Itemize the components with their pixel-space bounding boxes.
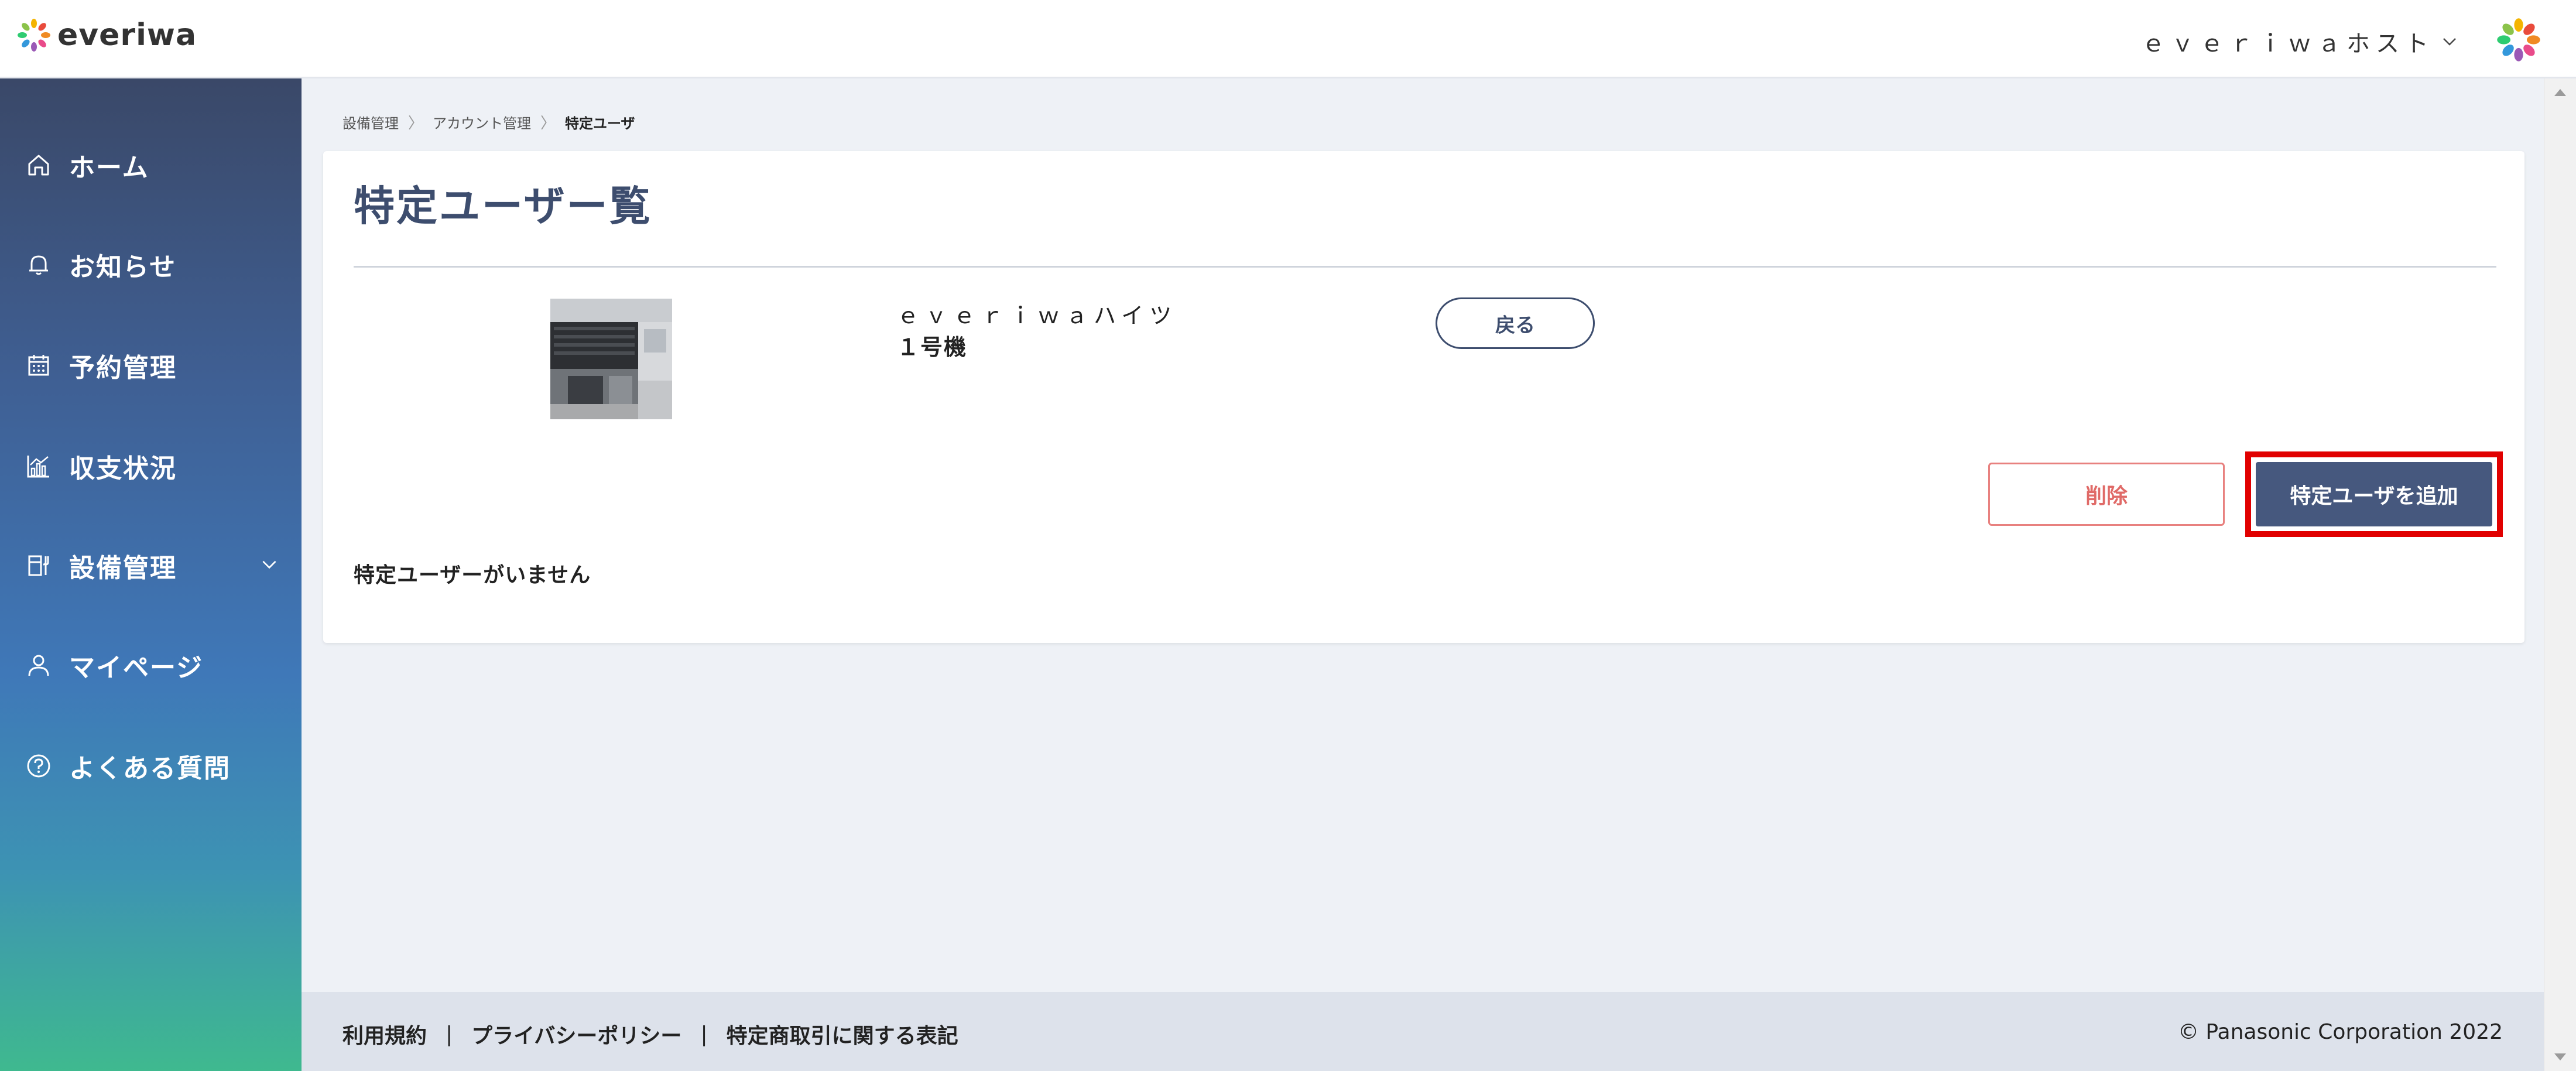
sidebar-item-label: マイページ <box>69 653 204 683</box>
sidebar-item-label: 予約管理 <box>69 353 177 383</box>
property-name: ｅｖｅｒｉｗａハイツ <box>897 303 1178 329</box>
divider <box>354 266 2496 268</box>
bell-icon <box>23 249 54 280</box>
avatar[interactable] <box>2496 18 2541 64</box>
sidebar-item-label: よくある質問 <box>69 754 231 783</box>
footer-link-privacy[interactable]: プライバシーポリシー <box>471 1019 681 1049</box>
logo[interactable]: everiwa <box>16 18 197 53</box>
footer-links: 利用規約 | プライバシーポリシー | 特定商取引に関する表記 <box>342 1019 958 1049</box>
add-button-highlight: 特定ユーザを追加 <box>2245 451 2503 537</box>
breadcrumb: 設備管理 〉 アカウント管理 〉 特定ユーザ <box>342 111 635 133</box>
sidebar-item-equipment[interactable]: 設備管理 <box>0 531 302 601</box>
sidebar-item-label: 収支状況 <box>69 454 177 484</box>
top-header: everiwa ｅｖｅｒｉｗａホスト <box>0 0 2576 78</box>
chart-icon <box>23 451 54 481</box>
footer-separator: | <box>700 1022 708 1046</box>
breadcrumb-item-current: 特定ユーザ <box>565 115 635 132</box>
property-thumbnail <box>550 299 672 419</box>
avatar-flower-icon <box>2497 18 2540 61</box>
account-menu[interactable]: ｅｖｅｒｉｗａホスト <box>2142 25 2459 59</box>
home-icon <box>23 150 54 180</box>
user-list-card: 特定ユーザー覧 ｅｖｅｒｉｗａハイツ １号機 戻る 削除 特定ユーザを追加 特定… <box>323 151 2524 643</box>
equipment-icon <box>23 550 54 581</box>
calendar-icon <box>23 350 54 381</box>
copyright: © Panasonic Corporation 2022 <box>2177 1020 2503 1044</box>
logo-flower-icon <box>18 19 50 52</box>
delete-button[interactable]: 削除 <box>1988 463 2225 526</box>
breadcrumb-item-equipment[interactable]: 設備管理 <box>342 112 399 132</box>
sidebar: ホームお知らせ予約管理収支状況設備管理マイページよくある質問 <box>0 78 302 1071</box>
footer: 利用規約 | プライバシーポリシー | 特定商取引に関する表記 © Panaso… <box>302 992 2544 1071</box>
sidebar-item-label: 設備管理 <box>69 553 177 583</box>
back-button[interactable]: 戻る <box>1436 297 1595 349</box>
vertical-scrollbar[interactable] <box>2544 78 2576 1071</box>
breadcrumb-separator: 〉 <box>540 115 556 132</box>
chevron-down-icon <box>2443 38 2456 46</box>
empty-message: 特定ユーザーがいません <box>354 563 591 587</box>
sidebar-item-notices[interactable]: お知らせ <box>0 230 302 300</box>
scroll-down-icon[interactable] <box>2553 1051 2568 1063</box>
main-content: 設備管理 〉 アカウント管理 〉 特定ユーザ 特定ユーザー覧 ｅｖｅｒｉｗａハイ… <box>302 78 2544 992</box>
footer-link-commerce[interactable]: 特定商取引に関する表記 <box>727 1019 958 1049</box>
property-unit: １号機 <box>897 334 968 360</box>
footer-separator: | <box>446 1022 453 1046</box>
add-specific-user-button[interactable]: 特定ユーザを追加 <box>2256 462 2492 526</box>
sidebar-item-mypage[interactable]: マイページ <box>0 630 302 700</box>
logo-text: everiwa <box>57 18 197 53</box>
sidebar-item-revenue[interactable]: 収支状況 <box>0 431 302 501</box>
chevron-down-icon[interactable] <box>259 555 279 577</box>
sidebar-item-label: お知らせ <box>69 252 177 282</box>
sidebar-item-faq[interactable]: よくある質問 <box>0 731 302 801</box>
footer-link-terms[interactable]: 利用規約 <box>342 1019 427 1049</box>
user-icon <box>23 650 54 680</box>
sidebar-item-home[interactable]: ホーム <box>0 130 302 200</box>
page-title: 特定ユーザー覧 <box>354 182 652 230</box>
help-icon <box>23 751 54 781</box>
scroll-up-icon[interactable] <box>2553 87 2568 98</box>
sidebar-item-label: ホーム <box>69 153 149 183</box>
breadcrumb-item-account[interactable]: アカウント管理 <box>433 112 531 132</box>
sidebar-item-reservations[interactable]: 予約管理 <box>0 330 302 401</box>
account-name: ｅｖｅｒｉｗａホスト <box>2142 30 2434 57</box>
breadcrumb-separator: 〉 <box>408 115 424 132</box>
